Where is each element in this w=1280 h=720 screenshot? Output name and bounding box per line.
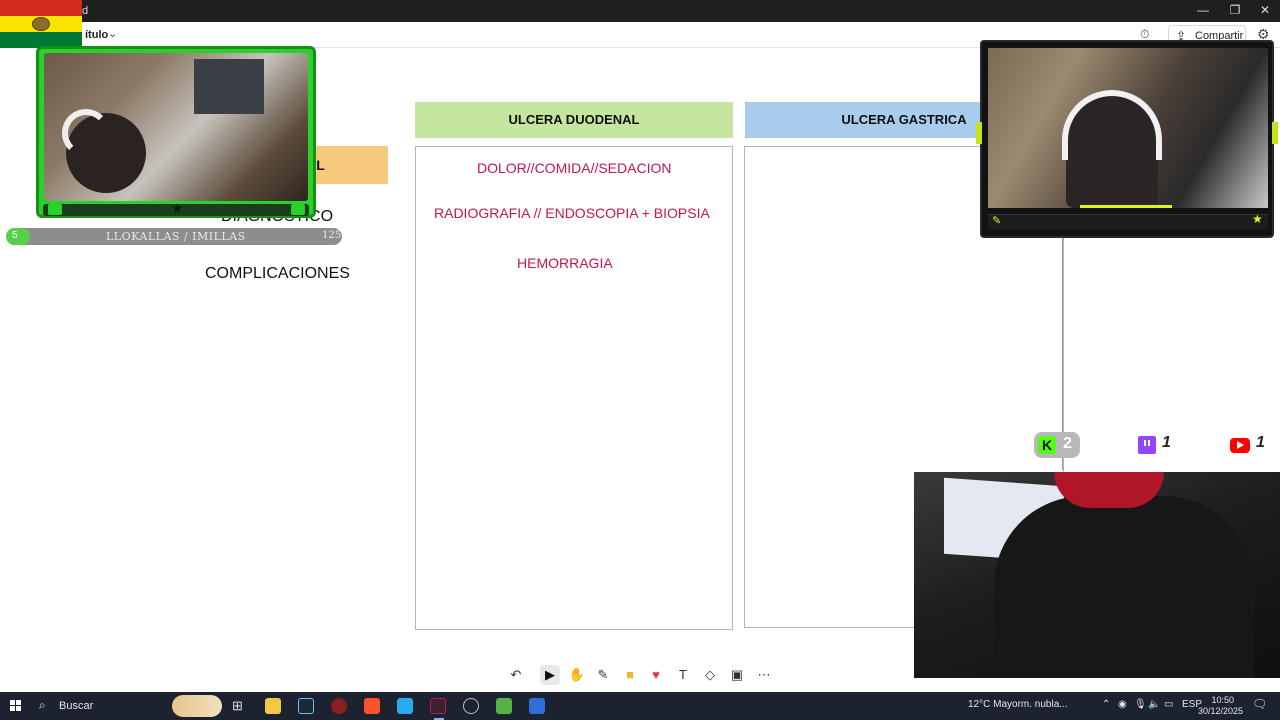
steam-icon[interactable] [298, 698, 314, 714]
coat-of-arms-icon [32, 17, 50, 31]
clock[interactable]: 10:50 30/12/2025 [1198, 695, 1244, 717]
pencil-icon: ✎ [992, 215, 1002, 227]
duodenal-entry-complication[interactable]: HEMORRAGIA [517, 255, 613, 271]
kick-icon: K [1038, 436, 1056, 454]
duodenal-entry-diagnosis[interactable]: RADIOGRAFIA // ENDOSCOPIA + BIOPSIA [434, 205, 710, 221]
select-icon[interactable]: ▶ [540, 665, 560, 685]
overlay-bar [988, 214, 1268, 230]
chevron-down-icon[interactable]: ⌄ [108, 27, 117, 40]
minimize-button[interactable]: — [1188, 3, 1218, 17]
volume-icon[interactable]: 🔈 [1148, 699, 1160, 710]
active-app-icon[interactable] [430, 698, 446, 720]
more-icon[interactable]: ⋯ [754, 665, 774, 685]
record-icon[interactable]: ◉ [1118, 699, 1127, 710]
maximize-button[interactable]: ❐ [1220, 3, 1250, 17]
heart-icon[interactable]: ♥ [646, 665, 666, 685]
webcam-overlay-back [914, 472, 1280, 678]
clock-date: 30/12/2025 [1198, 706, 1244, 716]
text-icon[interactable]: T [673, 665, 693, 685]
window-title: d [82, 5, 89, 17]
windows-start-icon[interactable] [10, 700, 22, 712]
goal-target: 125 [322, 230, 342, 241]
microphone-icon[interactable]: 🎙 [1134, 699, 1147, 710]
weather-widget[interactable]: 12°C Mayorm. nubla... [968, 699, 1068, 710]
column-header-duodenal[interactable]: ULCERA DUODENAL [415, 102, 733, 138]
telegram-icon[interactable] [397, 698, 413, 714]
app-red-icon[interactable] [331, 698, 347, 714]
app-green-icon[interactable] [496, 698, 512, 714]
goal-label: LLOKALLAS / IMILLAS [106, 230, 246, 243]
row-label-complicaciones[interactable]: COMPLICACIONES [205, 265, 350, 283]
clock-app-icon[interactable] [463, 698, 479, 714]
flag-image [0, 0, 82, 48]
youtube-icon [1230, 438, 1250, 453]
webcam-overlay-room: ★ [36, 46, 316, 218]
webcam-feed [44, 53, 308, 201]
kick-viewer-badge: K 2 [1034, 432, 1080, 458]
kick-count: 2 [1063, 435, 1072, 452]
goal-level: 5 [12, 230, 18, 241]
search-highlight-image[interactable] [172, 695, 222, 717]
window-title-bar: d — ❐ ✕ [0, 0, 1280, 22]
webcam-feed [988, 48, 1268, 208]
notifications-icon[interactable]: 🗨 [1252, 697, 1267, 711]
network-icon[interactable]: ▭ [1164, 699, 1173, 710]
youtube-count: 1 [1256, 434, 1265, 451]
chevron-up-icon[interactable]: ⌃ [1102, 699, 1110, 710]
task-view-icon[interactable]: ⊞ [232, 698, 248, 714]
duodenal-entry-symptom[interactable]: DOLOR//COMIDA//SEDACION [477, 160, 671, 176]
close-button[interactable]: ✕ [1250, 3, 1280, 17]
facebook-icon [48, 204, 62, 215]
app-blue-icon[interactable] [529, 698, 545, 714]
taskbar: ⌕ Buscar ⊞ 12°C Mayorm. nubla... ⌃ ◉ 🎙 🔈… [0, 692, 1280, 720]
taskbar-search[interactable]: Buscar [59, 700, 93, 712]
document-title[interactable]: ítulo [85, 29, 108, 41]
sticky-note-icon[interactable]: ■ [620, 665, 640, 685]
star-icon: ★ [171, 200, 184, 216]
clock-time: 10:50 [1211, 695, 1234, 705]
file-explorer-icon[interactable] [265, 698, 281, 714]
star-icon: ★ [1252, 212, 1263, 226]
brave-icon[interactable] [364, 698, 380, 714]
whiteboard-toolbar: ↶ ▶ ✋ ✎ ■ ♥ T ◇ ▣ ⋯ [500, 662, 780, 688]
hand-icon[interactable]: ✋ [567, 665, 587, 685]
pen-icon[interactable]: ✎ [593, 665, 613, 685]
frame-icon[interactable]: ▣ [727, 665, 747, 685]
shapes-icon[interactable]: ◇ [700, 665, 720, 685]
goal-progress-fill [6, 228, 30, 245]
undo-icon[interactable]: ↶ [506, 665, 526, 685]
webcam-overlay-face: ✎ ★ [976, 40, 1278, 238]
twitch-count: 1 [1162, 434, 1171, 451]
twitch-icon [1138, 436, 1156, 454]
goal-progress-bar: 5 LLOKALLAS / IMILLAS 125 [6, 228, 342, 245]
desktop: d — ❐ ✕ ítulo ⌄ ⏱ ⇪ Compartir ⚙ NAL DIAG… [0, 0, 1280, 720]
search-icon[interactable]: ⌕ [39, 698, 46, 713]
twitter-icon [291, 204, 305, 215]
